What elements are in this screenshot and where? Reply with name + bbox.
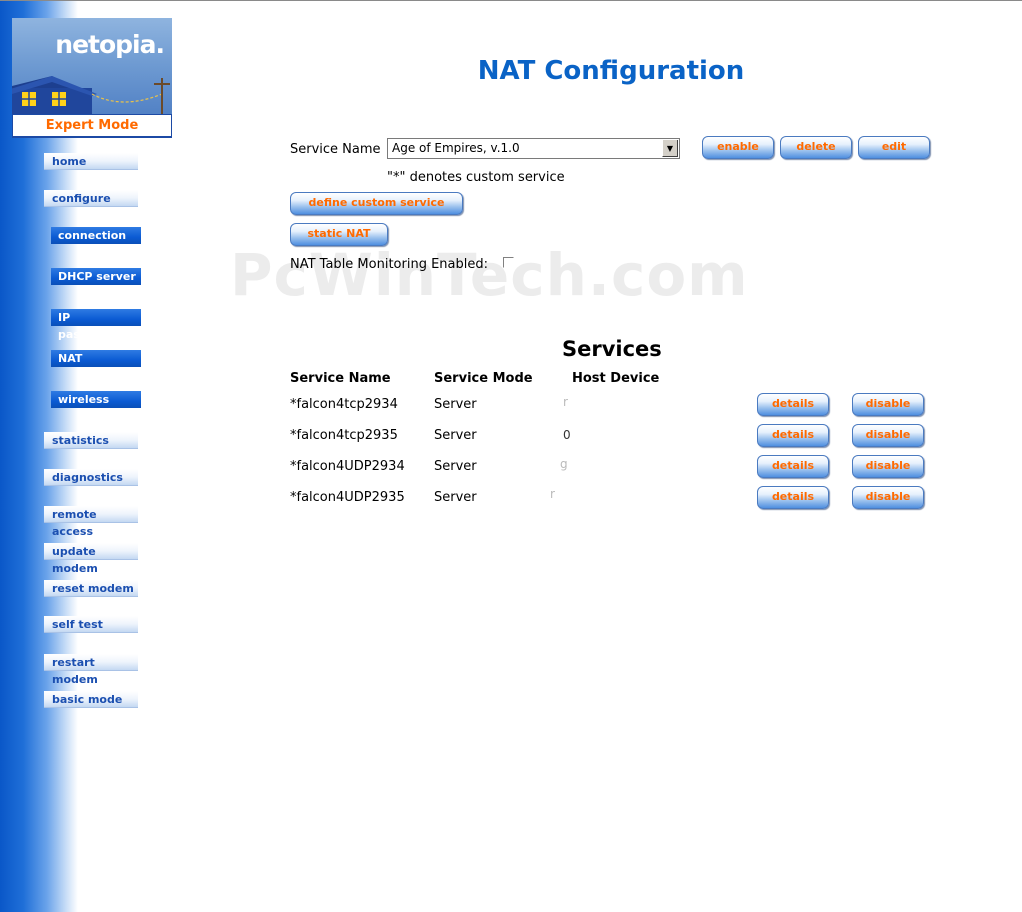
static-nat-button[interactable]: static NAT [290, 223, 388, 246]
service-name-cell: *falcon4UDP2935 [290, 490, 405, 505]
nav-configure[interactable]: configure [44, 190, 138, 207]
netopia-logo: netopia. Expert Mode [12, 18, 172, 138]
service-name-label: Service Name [290, 142, 381, 157]
page-title: NAT Configuration [477, 56, 745, 86]
service-mode-cell: Server [434, 490, 477, 505]
custom-service-note: "*" denotes custom service [387, 170, 565, 185]
delete-button[interactable]: delete [780, 136, 852, 159]
expert-mode-label: Expert Mode [12, 114, 172, 137]
host-device-cell: r [550, 487, 555, 501]
host-device-cell: g [560, 457, 568, 471]
nav-connection[interactable]: connection [51, 227, 141, 244]
disable-button[interactable]: disable [852, 424, 924, 447]
disable-button[interactable]: disable [852, 486, 924, 509]
service-mode-cell: Server [434, 428, 477, 443]
service-mode-cell: Server [434, 459, 477, 474]
service-mode-cell: Server [434, 397, 477, 412]
service-name-cell: *falcon4tcp2935 [290, 428, 398, 443]
nat-monitoring-checkbox[interactable] [503, 257, 514, 268]
details-button[interactable]: details [757, 424, 829, 447]
nav-self-test[interactable]: self test [44, 616, 138, 633]
nav-update-modem[interactable]: update modem [44, 543, 138, 575]
nav-home[interactable]: home [44, 153, 138, 170]
host-device-cell: r [563, 395, 568, 409]
nat-monitoring-label: NAT Table Monitoring Enabled: [290, 257, 488, 272]
service-select-value: Age of Empires, v.1.0 [392, 141, 520, 155]
nav-dhcp-server[interactable]: DHCP server [51, 268, 141, 285]
nav-nat[interactable]: NAT [51, 350, 141, 367]
logo-brand-text: netopia. [55, 30, 165, 59]
define-custom-service-button[interactable]: define custom service [290, 192, 463, 215]
house-icon [12, 76, 170, 119]
col-header-service-name: Service Name [290, 371, 391, 386]
chevron-down-icon[interactable]: ▼ [662, 140, 678, 157]
col-header-service-mode: Service Mode [434, 371, 533, 386]
nav-ip-passthrough[interactable]: IP passthrough [51, 309, 141, 341]
nav-reset-modem[interactable]: reset modem [44, 580, 138, 597]
services-title: Services [562, 337, 662, 361]
col-header-host-device: Host Device [572, 371, 660, 386]
nav-remote-access[interactable]: remote access [44, 506, 138, 538]
watermark: PcWinTech.com [230, 241, 749, 309]
service-name-cell: *falcon4UDP2934 [290, 459, 405, 474]
nav-restart-modem[interactable]: restart modem [44, 654, 138, 686]
host-device-cell: 0 [563, 428, 571, 442]
service-name-select[interactable]: Age of Empires, v.1.0 ▼ [387, 138, 680, 159]
edit-button[interactable]: edit [858, 136, 930, 159]
nav-basic-mode[interactable]: basic mode [44, 691, 138, 708]
details-button[interactable]: details [757, 486, 829, 509]
details-button[interactable]: details [757, 455, 829, 478]
disable-button[interactable]: disable [852, 455, 924, 478]
disable-button[interactable]: disable [852, 393, 924, 416]
nav-wireless[interactable]: wireless [51, 391, 141, 408]
nav-statistics[interactable]: statistics [44, 432, 138, 449]
service-name-cell: *falcon4tcp2934 [290, 397, 398, 412]
details-button[interactable]: details [757, 393, 829, 416]
enable-button[interactable]: enable [702, 136, 774, 159]
nav-diagnostics[interactable]: diagnostics [44, 469, 138, 486]
